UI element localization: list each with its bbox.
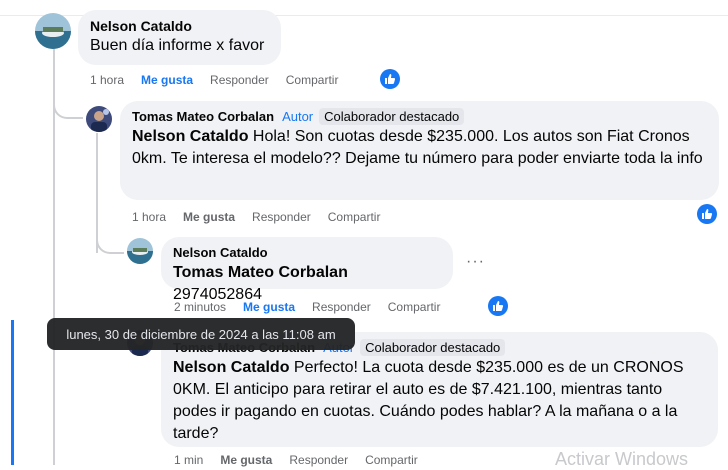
comment-author[interactable]: Nelson Cataldo (90, 17, 269, 35)
avatar[interactable] (127, 238, 153, 264)
comment-text: Buen día informe x favor (90, 37, 265, 54)
like-reaction-icon[interactable] (488, 296, 508, 316)
like-button[interactable]: Me gusta (141, 73, 193, 87)
mention-link[interactable]: Tomas Mateo Corbalan (173, 264, 348, 281)
comment-bubble: Tomas Mateo Corbalan Autor Colaborador des… (120, 101, 719, 200)
activation-watermark: Activar Windows (555, 449, 689, 469)
reply-button[interactable]: Responder (312, 300, 371, 314)
timestamp-link[interactable]: 1 hora (90, 73, 124, 87)
comment-text: Nelson Cataldo Perfecto! La cuota desde … (173, 357, 706, 445)
comment-actions: 2 minutos Me gusta Responder Compartir (174, 300, 457, 314)
comment-author[interactable]: Nelson Cataldo (173, 244, 441, 262)
author-badge: Autor (282, 109, 314, 124)
share-button[interactable]: Compartir (388, 300, 441, 314)
comment-actions: 1 hora Me gusta Responder Compartir (132, 210, 397, 224)
avatar[interactable] (35, 13, 71, 49)
top-contributor-badge: Colaborador destacado (360, 339, 506, 356)
comment-bubble: Nelson Cataldo Tomas Mateo Corbalan 2974… (161, 237, 453, 303)
comment-bubble: Nelson Cataldo Buen día informe x favor (78, 10, 281, 65)
share-button[interactable]: Compartir (286, 73, 339, 87)
thread-connector (96, 235, 124, 254)
like-button[interactable]: Me gusta (243, 300, 295, 314)
like-reaction-icon[interactable] (697, 204, 717, 224)
comment-header: Tomas Mateo Corbalan Autor Colaborador des… (132, 108, 707, 126)
reply-button[interactable]: Responder (210, 73, 269, 87)
comment-actions: 1 hora Me gusta Responder Compartir (90, 73, 355, 87)
timestamp-tooltip: lunes, 30 de diciembre de 2024 a las 11:… (47, 318, 355, 350)
thread-connector (53, 95, 83, 119)
mention-link[interactable]: Nelson Cataldo (132, 128, 248, 145)
more-options-button[interactable]: ··· (466, 253, 485, 271)
reply-button[interactable]: Responder (252, 210, 311, 224)
highlight-bar (11, 320, 14, 465)
avatar[interactable] (86, 106, 112, 132)
comment-author[interactable]: Tomas Mateo Corbalan (132, 109, 274, 124)
like-reaction-icon[interactable] (380, 69, 400, 89)
mention-link[interactable]: Nelson Cataldo (173, 359, 289, 376)
timestamp-link[interactable]: 2 minutos (174, 300, 226, 314)
timestamp-link[interactable]: 1 hora (132, 210, 166, 224)
comment-text: Nelson Cataldo Hola! Son cuotas desde $2… (132, 126, 707, 170)
like-button[interactable]: Me gusta (183, 210, 235, 224)
top-contributor-badge: Colaborador destacado (319, 108, 465, 125)
share-button[interactable]: Compartir (328, 210, 381, 224)
